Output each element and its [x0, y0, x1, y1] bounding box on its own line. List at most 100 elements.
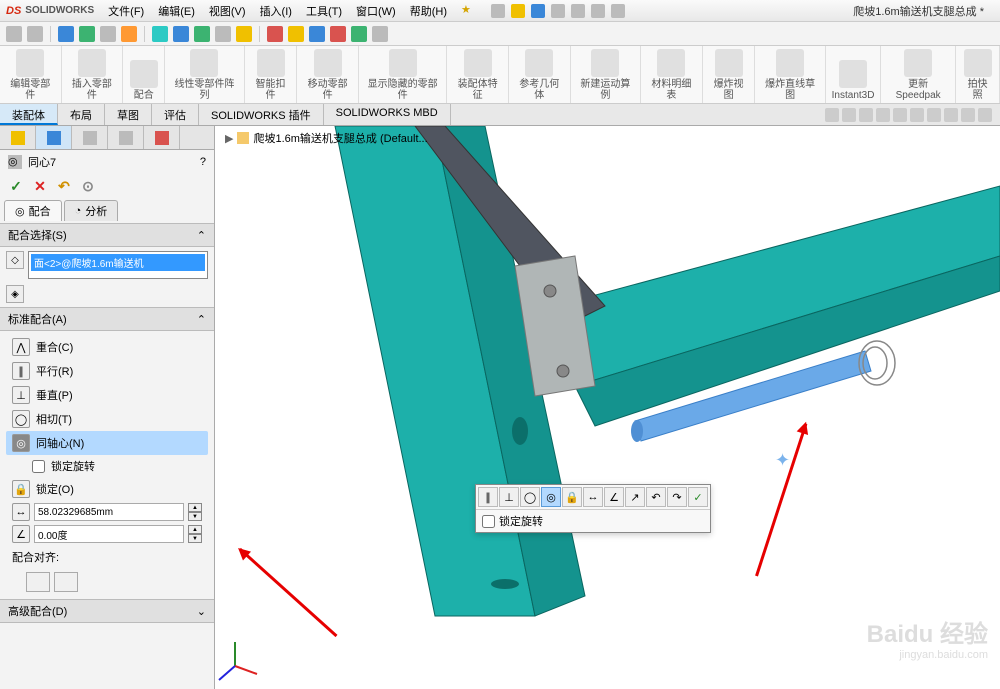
- pm-tab-dim[interactable]: [108, 126, 144, 149]
- help-icon[interactable]: ?: [200, 156, 206, 168]
- qat-icon-6[interactable]: [121, 26, 137, 42]
- mate-lock[interactable]: 🔒锁定(O): [6, 477, 208, 501]
- pm-tab-config[interactable]: [72, 126, 108, 149]
- ribbon-exploded-line[interactable]: 爆炸直线草图: [755, 46, 826, 103]
- ctx-lock-rotation[interactable]: 锁定旋转: [476, 509, 710, 532]
- ribbon-snapshot[interactable]: 拍快照: [956, 46, 1000, 103]
- view-icon[interactable]: [978, 108, 992, 122]
- ctx-lock[interactable]: 🔒: [562, 487, 582, 507]
- view-icon[interactable]: [910, 108, 924, 122]
- tab-layout[interactable]: 布局: [58, 104, 105, 125]
- angle-input[interactable]: [34, 525, 184, 543]
- qat-icon-15[interactable]: [330, 26, 346, 42]
- tab-sketch[interactable]: 草图: [105, 104, 152, 125]
- selection-list[interactable]: 面<2>@爬坡1.6m输送机: [28, 251, 208, 279]
- pm-tab-appearance[interactable]: [144, 126, 180, 149]
- menu-insert[interactable]: 插入(I): [260, 3, 292, 19]
- qat-icon-5[interactable]: [100, 26, 116, 42]
- subtab-mate[interactable]: ◎配合: [4, 200, 62, 221]
- pm-tab-property[interactable]: [36, 126, 72, 149]
- selected-face[interactable]: 面<2>@爬坡1.6m输送机: [31, 254, 205, 271]
- align-anti-button[interactable]: [54, 572, 78, 592]
- mate-concentric[interactable]: ◎同轴心(N): [6, 431, 208, 455]
- section-advanced-mates[interactable]: 高级配合(D)⌄: [0, 599, 214, 623]
- ribbon-move-component[interactable]: 移动零部件: [297, 46, 359, 103]
- qat-icon-12[interactable]: [267, 26, 283, 42]
- open-icon[interactable]: [511, 4, 525, 18]
- view-icon[interactable]: [876, 108, 890, 122]
- pm-tab-tree[interactable]: [0, 126, 36, 149]
- view-icon[interactable]: [842, 108, 856, 122]
- view-icon[interactable]: [825, 108, 839, 122]
- ribbon-mate[interactable]: 配合: [123, 46, 165, 103]
- qat-icon-9[interactable]: [194, 26, 210, 42]
- mate-perpendicular[interactable]: ⊥垂直(P): [6, 383, 208, 407]
- ribbon-exploded-view[interactable]: 爆炸视图: [703, 46, 756, 103]
- undo-button[interactable]: ↶: [56, 178, 72, 194]
- qat-icon-14[interactable]: [309, 26, 325, 42]
- ctx-flip[interactable]: ↗: [625, 487, 645, 507]
- ribbon-motion-study[interactable]: 新建运动算例: [571, 46, 642, 103]
- qat-icon-11[interactable]: [236, 26, 252, 42]
- view-icon[interactable]: [893, 108, 907, 122]
- pushpin-icon[interactable]: ⊙: [80, 178, 96, 194]
- qat-icon-1[interactable]: [6, 26, 22, 42]
- graphics-viewport[interactable]: ▶ 爬坡1.6m输送机支腿总成 (Default...: [215, 126, 1000, 689]
- tab-assembly[interactable]: 装配体: [0, 104, 58, 125]
- ribbon-assembly-feature[interactable]: 装配体特征: [447, 46, 509, 103]
- qat-icon-8[interactable]: [173, 26, 189, 42]
- ctx-undo[interactable]: ↶: [646, 487, 666, 507]
- ribbon-reference-geometry[interactable]: 参考几何体: [509, 46, 571, 103]
- ribbon-insert-component[interactable]: 插入零部件: [62, 46, 124, 103]
- menu-edit[interactable]: 编辑(E): [158, 3, 195, 19]
- ctx-ok[interactable]: ✓: [688, 487, 708, 507]
- undo-icon[interactable]: [571, 4, 585, 18]
- angle-spinner[interactable]: ▲▼: [188, 525, 202, 543]
- ribbon-edit-component[interactable]: 编辑零部件: [0, 46, 62, 103]
- cancel-button[interactable]: ✕: [32, 178, 48, 194]
- menu-star-icon[interactable]: ★: [461, 3, 471, 19]
- options-icon[interactable]: [611, 4, 625, 18]
- qat-icon-16[interactable]: [351, 26, 367, 42]
- ribbon-bom[interactable]: 材料明细表: [641, 46, 703, 103]
- ribbon-speedpak[interactable]: 更新Speedpak: [881, 46, 956, 103]
- mate-parallel[interactable]: ∥平行(R): [6, 359, 208, 383]
- print-icon[interactable]: [551, 4, 565, 18]
- view-icon[interactable]: [944, 108, 958, 122]
- ctx-parallel[interactable]: ∥: [478, 487, 498, 507]
- tab-sw-mbd[interactable]: SOLIDWORKS MBD: [324, 104, 451, 125]
- lock-rotation-checkbox[interactable]: 锁定旋转: [6, 455, 208, 477]
- ribbon-instant3d[interactable]: Instant3D: [826, 46, 881, 103]
- ribbon-smart-fastener[interactable]: 智能扣件: [245, 46, 298, 103]
- qat-icon-7[interactable]: [152, 26, 168, 42]
- distance-input[interactable]: [34, 503, 184, 521]
- multi-mate-icon[interactable]: ◈: [6, 285, 24, 303]
- qat-icon-4[interactable]: [79, 26, 95, 42]
- menu-view[interactable]: 视图(V): [209, 3, 246, 19]
- ctx-lock-rotation-input[interactable]: [482, 515, 495, 528]
- qat-icon-13[interactable]: [288, 26, 304, 42]
- subtab-analysis[interactable]: ◔分析: [64, 200, 119, 221]
- menu-window[interactable]: 窗口(W): [356, 3, 396, 19]
- ctx-concentric[interactable]: ◎: [541, 487, 561, 507]
- ribbon-linear-pattern[interactable]: 线性零部件阵列: [165, 46, 244, 103]
- tab-sw-addins[interactable]: SOLIDWORKS 插件: [199, 104, 324, 125]
- selection-filter-icon[interactable]: ◇: [6, 251, 24, 269]
- ok-button[interactable]: ✓: [8, 178, 24, 194]
- distance-spinner[interactable]: ▲▼: [188, 503, 202, 521]
- ctx-redo[interactable]: ↷: [667, 487, 687, 507]
- ribbon-show-hidden[interactable]: 显示隐藏的零部件: [359, 46, 447, 103]
- ctx-distance[interactable]: ↔: [583, 487, 603, 507]
- menu-tools[interactable]: 工具(T): [306, 3, 342, 19]
- view-icon[interactable]: [961, 108, 975, 122]
- section-standard-mates[interactable]: 标准配合(A)⌃: [0, 307, 214, 331]
- menu-help[interactable]: 帮助(H): [410, 3, 447, 19]
- save-icon[interactable]: [531, 4, 545, 18]
- align-same-button[interactable]: [26, 572, 50, 592]
- section-mate-selection[interactable]: 配合选择(S)⌃: [0, 223, 214, 247]
- menu-file[interactable]: 文件(F): [108, 3, 144, 19]
- mate-coincident[interactable]: ⋀重合(C): [6, 335, 208, 359]
- qat-icon-17[interactable]: [372, 26, 388, 42]
- view-icon[interactable]: [859, 108, 873, 122]
- ctx-perpendicular[interactable]: ⊥: [499, 487, 519, 507]
